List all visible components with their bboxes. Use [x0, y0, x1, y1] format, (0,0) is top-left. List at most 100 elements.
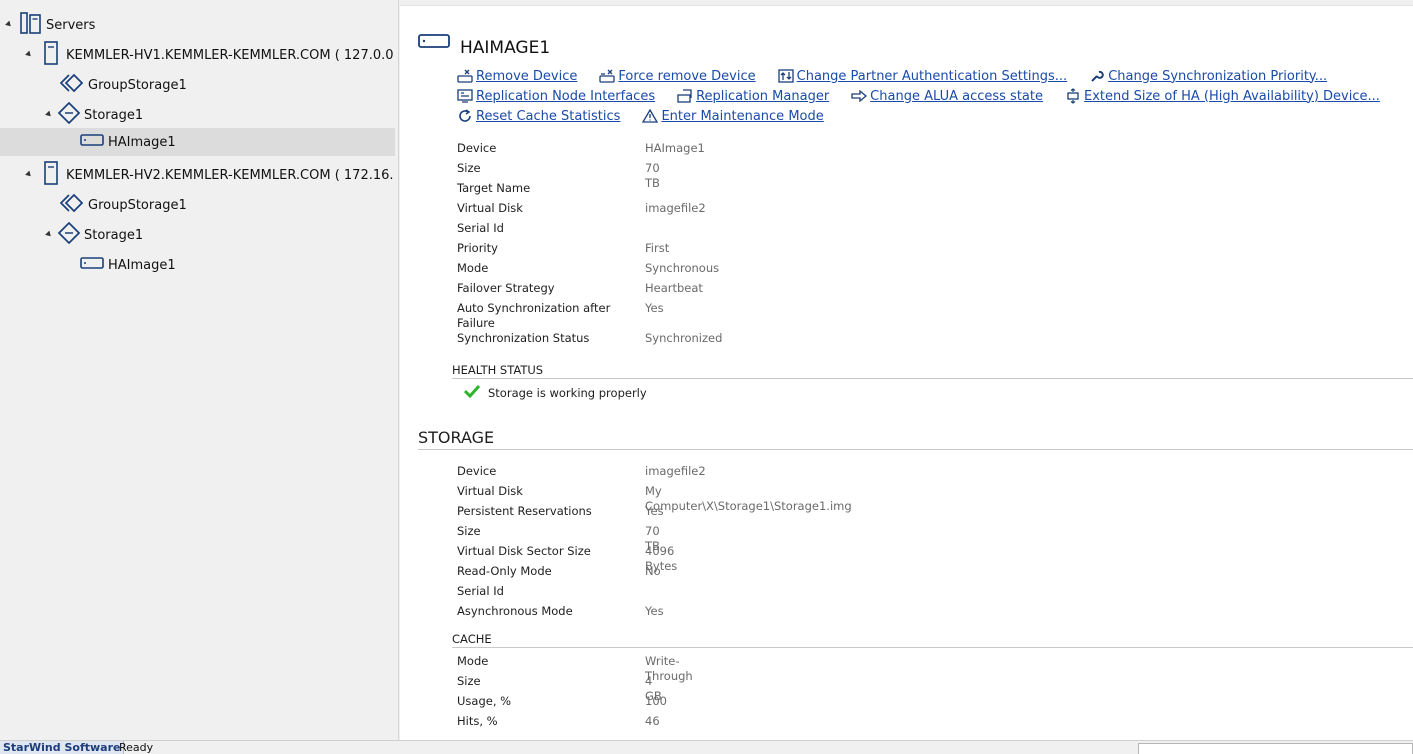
- property-name: Size: [457, 524, 481, 538]
- servers-icon: [20, 12, 42, 38]
- tree-node-server-1[interactable]: KEMMLER-HV1.KEMMLER-KEMMLER.COM ( 127.0.…: [25, 40, 394, 70]
- action-label: Enter Maintenance Mode: [661, 108, 824, 124]
- cache-heading: CACHE: [452, 632, 1413, 648]
- action-label: Change ALUA access state: [870, 88, 1043, 104]
- property-name: Size: [457, 674, 481, 688]
- tree-node-haimage1[interactable]: HAImage1: [80, 250, 176, 280]
- expand-arrow-icon[interactable]: [25, 50, 33, 59]
- storage-icon: [57, 221, 81, 248]
- property-name: Auto Synchronization after Failure: [457, 301, 611, 330]
- action-label: Extend Size of HA (High Availability) De…: [1083, 88, 1380, 104]
- tree-node-servers[interactable]: Servers: [5, 10, 96, 40]
- property-name: Usage, %: [457, 694, 512, 708]
- actions-row-2: Replication Node Interfaces Replication …: [457, 88, 1402, 104]
- property-name: Device: [457, 464, 497, 478]
- property-name: Serial Id: [457, 221, 504, 235]
- action-label: Change Partner Authentication Settings..…: [796, 68, 1068, 84]
- force-remove-device-link[interactable]: Force remove Device: [599, 68, 756, 84]
- tree-node-groupstorage-1[interactable]: GroupStorage1: [59, 70, 187, 100]
- enter-maintenance-mode-link[interactable]: Enter Maintenance Mode: [642, 108, 824, 124]
- extend-size-icon: [1065, 88, 1081, 104]
- change-alua-state-link[interactable]: Change ALUA access state: [851, 88, 1043, 104]
- status-bar: StarWind Software Ready: [0, 740, 1413, 754]
- property-value: 46: [645, 714, 660, 728]
- expand-arrow-icon[interactable]: [45, 110, 53, 119]
- change-partner-auth-link[interactable]: Change Partner Authentication Settings..…: [777, 68, 1068, 84]
- health-status: Storage is working properly: [463, 384, 647, 401]
- replication-manager-icon: [677, 88, 693, 104]
- tree-label: GroupStorage1: [88, 197, 187, 213]
- property-name: Mode: [457, 261, 489, 275]
- tree-label: Servers: [46, 17, 96, 33]
- node-interfaces-icon: [457, 88, 473, 104]
- status-text: Ready: [119, 741, 154, 754]
- replication-node-interfaces-link[interactable]: Replication Node Interfaces: [457, 88, 655, 104]
- tree-label: Storage1: [84, 107, 144, 123]
- property-name: Size: [457, 161, 481, 175]
- property-name: Virtual Disk: [457, 201, 523, 215]
- brand-label: StarWind Software: [0, 741, 125, 754]
- property-value: 100: [645, 694, 667, 708]
- expand-arrow-icon[interactable]: [45, 230, 53, 239]
- group-storage-icon: [59, 193, 84, 217]
- property-name: Virtual Disk: [457, 484, 523, 498]
- property-value: Synchronous: [645, 261, 720, 275]
- property-value: Synchronized: [645, 331, 723, 345]
- device-icon: [80, 134, 104, 150]
- actions-row-3: Reset Cache Statistics Enter Maintenance…: [457, 108, 846, 124]
- remove-device-icon: [457, 68, 473, 84]
- property-value: Yes: [645, 504, 664, 518]
- property-name: Read-Only Mode: [457, 564, 552, 578]
- tree-label: HAImage1: [108, 134, 176, 150]
- property-name: Asynchronous Mode: [457, 604, 573, 618]
- extend-ha-size-link[interactable]: Extend Size of HA (High Availability) De…: [1065, 88, 1380, 104]
- property-value: Yes: [645, 301, 664, 315]
- storage-heading: STORAGE: [418, 428, 1413, 450]
- tree-node-server-2[interactable]: KEMMLER-HV2.KEMMLER-KEMMLER.COM ( 172.16…: [25, 160, 394, 190]
- status-progress-box: [1138, 743, 1413, 754]
- property-value: My Computer\X\Storage1\Storage1.img: [645, 484, 852, 513]
- reset-cache-statistics-link[interactable]: Reset Cache Statistics: [457, 108, 620, 124]
- tree-node-storage-1[interactable]: Storage1: [45, 100, 144, 130]
- health-message: Storage is working properly: [488, 385, 647, 400]
- expand-arrow-icon[interactable]: [5, 20, 13, 29]
- property-name: Hits, %: [457, 714, 498, 728]
- device-header: HAIMAGE1: [418, 26, 550, 58]
- property-name: Failover Strategy: [457, 281, 555, 295]
- tree-node-haimage1-selected[interactable]: HAImage1: [0, 128, 395, 156]
- replication-manager-link[interactable]: Replication Manager: [677, 88, 829, 104]
- property-value: Yes: [645, 604, 664, 618]
- property-name: Target Name: [457, 181, 531, 195]
- refresh-icon: [457, 108, 473, 124]
- device-icon: [418, 33, 450, 52]
- auth-settings-icon: [777, 68, 794, 84]
- action-label: Replication Node Interfaces: [476, 88, 656, 104]
- property-value: 70 TB: [645, 161, 660, 190]
- property-value: No: [645, 564, 661, 578]
- change-sync-priority-link[interactable]: Change Synchronization Priority...: [1089, 68, 1327, 84]
- tree-node-storage-2[interactable]: Storage1: [45, 220, 143, 250]
- force-remove-icon: [599, 68, 616, 84]
- action-label: Replication Manager: [696, 88, 830, 104]
- action-label: Change Synchronization Priority...: [1108, 68, 1328, 84]
- action-label: Reset Cache Statistics: [476, 108, 621, 124]
- remove-device-link[interactable]: Remove Device: [457, 68, 577, 84]
- property-name: Synchronization Status: [457, 331, 590, 345]
- checkmark-icon: [463, 384, 488, 401]
- arrow-right-icon: [851, 88, 868, 104]
- device-icon: [80, 257, 104, 273]
- property-name: Mode: [457, 654, 489, 668]
- property-name: Serial Id: [457, 584, 504, 598]
- tree-node-groupstorage-2[interactable]: GroupStorage1: [59, 190, 187, 220]
- device-details-panel: HAIMAGE1 Remove Device Force remove Devi…: [400, 5, 1413, 740]
- server-tree[interactable]: Servers KEMMLER-HV1.KEMMLER-KEMMLER.COM …: [0, 0, 399, 740]
- property-name: Virtual Disk Sector Size: [457, 544, 591, 558]
- tree-label: GroupStorage1: [88, 77, 187, 93]
- group-storage-icon: [59, 73, 84, 97]
- property-name: Device: [457, 141, 497, 155]
- property-name: Persistent Reservations: [457, 504, 592, 518]
- server-icon: [40, 161, 62, 189]
- property-value: imagefile2: [645, 464, 706, 478]
- property-name: Priority: [457, 241, 498, 255]
- expand-arrow-icon[interactable]: [25, 170, 33, 179]
